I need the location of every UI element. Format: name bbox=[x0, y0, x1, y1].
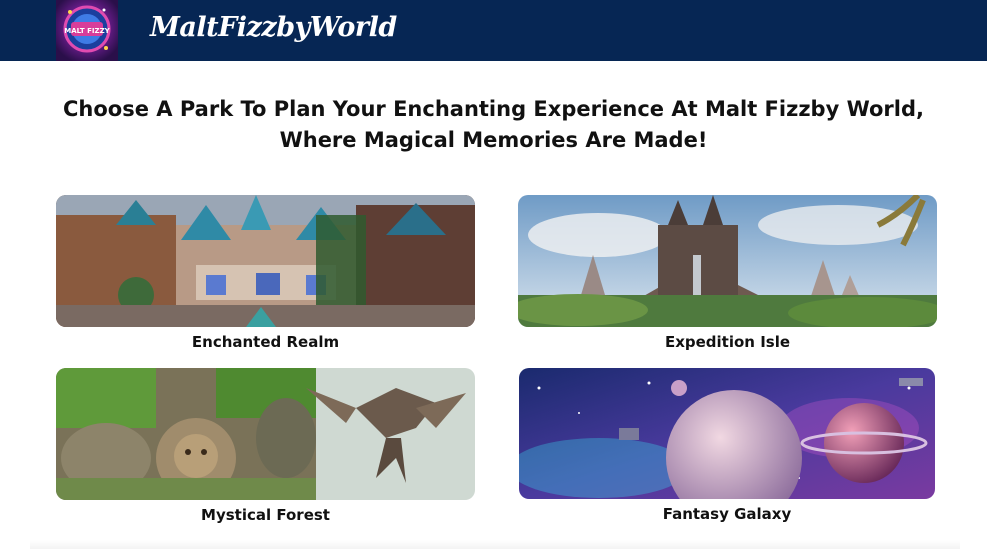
park-card-expedition-isle[interactable]: Expedition Isle bbox=[518, 195, 937, 351]
park-image-expedition-isle[interactable] bbox=[518, 195, 937, 327]
park-name-mystical-forest[interactable]: Mystical Forest bbox=[56, 506, 475, 524]
site-logo[interactable]: MALT FIZZY bbox=[56, 0, 118, 61]
park-image-mystical-forest[interactable] bbox=[56, 368, 475, 500]
park-card-enchanted-realm[interactable]: Enchanted Realm bbox=[56, 195, 475, 351]
park-image-enchanted-realm[interactable] bbox=[56, 195, 475, 327]
park-card-mystical-forest[interactable]: Mystical Forest bbox=[56, 368, 475, 524]
headline-line-2: Where Magical Memories Are Made! bbox=[279, 128, 708, 152]
headline-line-1: Choose A Park To Plan Your Enchanting Ex… bbox=[63, 97, 924, 121]
page-headline: Choose A Park To Plan Your Enchanting Ex… bbox=[60, 94, 927, 156]
brand-name[interactable]: MaltFizzbyWorld bbox=[150, 8, 397, 48]
park-image-fantasy-galaxy[interactable] bbox=[519, 368, 935, 499]
footer-edge bbox=[30, 540, 960, 549]
park-name-expedition-isle[interactable]: Expedition Isle bbox=[518, 333, 937, 351]
logo-text: MALT FIZZY bbox=[64, 27, 110, 35]
park-name-fantasy-galaxy[interactable]: Fantasy Galaxy bbox=[519, 505, 935, 523]
park-card-fantasy-galaxy[interactable]: Fantasy Galaxy bbox=[519, 368, 935, 523]
park-name-enchanted-realm[interactable]: Enchanted Realm bbox=[56, 333, 475, 351]
site-header: MALT FIZZY MaltFizzbyWorld bbox=[0, 0, 987, 61]
